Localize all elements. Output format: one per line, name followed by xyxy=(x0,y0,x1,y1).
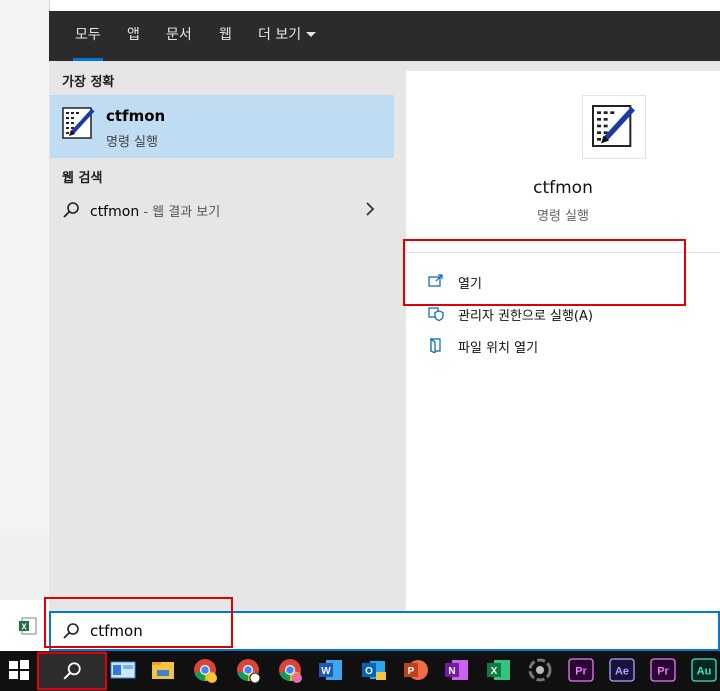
search-input[interactable] xyxy=(90,618,650,644)
taskbar-search-icon xyxy=(63,662,81,680)
svg-text:X: X xyxy=(21,623,27,632)
control-panel-icon[interactable] xyxy=(109,656,137,684)
onenote-icon[interactable]: N xyxy=(443,656,471,684)
audition-label: Au xyxy=(697,666,712,678)
best-match-item[interactable] xyxy=(50,95,394,158)
premiere-pro-icon[interactable]: Pr xyxy=(567,656,595,684)
word-icon[interactable]: W xyxy=(317,656,345,684)
web-search-label: ctfmon - 웹 결과 보기 xyxy=(90,201,220,220)
shield-icon xyxy=(428,307,444,321)
background-window-bottom xyxy=(0,535,49,600)
outlook-icon[interactable]: O xyxy=(360,656,388,684)
run-command-icon xyxy=(62,107,95,139)
detail-pane xyxy=(406,71,720,611)
run-command-icon-large xyxy=(592,105,635,147)
search-icon xyxy=(63,202,79,218)
premiere-pro-icon[interactable]: Pr xyxy=(649,656,677,684)
web-search-query: ctfmon xyxy=(90,204,140,220)
chevron-right-icon[interactable] xyxy=(364,201,376,217)
search-tab-bar: 모두 앱 문서 웹 더 보기 xyxy=(49,11,720,61)
tab-more[interactable]: 더 보기 xyxy=(258,11,317,61)
onenote-letter: N xyxy=(448,666,455,677)
excel-file-icon: X xyxy=(19,617,37,635)
chrome-icon[interactable] xyxy=(276,656,304,684)
powerpoint-letter: P xyxy=(408,666,415,677)
chrome-icon[interactable] xyxy=(191,656,219,684)
powerpoint-icon[interactable]: P xyxy=(402,656,430,684)
premiere-label: Pr xyxy=(657,666,669,678)
tab-apps[interactable]: 앱 xyxy=(127,11,140,61)
windows-start-icon[interactable] xyxy=(8,659,30,681)
audition-icon[interactable]: Au xyxy=(690,656,718,684)
excel-letter: X xyxy=(491,666,498,677)
best-match-subtitle: 명령 실행 xyxy=(106,135,158,150)
background-window-strip xyxy=(0,0,50,535)
davinci-resolve-icon[interactable] xyxy=(526,656,554,684)
open-icon xyxy=(428,274,443,287)
best-match-heading: 가장 정확 xyxy=(62,75,115,90)
open-file-location-label: 파일 위치 열기 xyxy=(458,341,539,356)
premiere-label: Pr xyxy=(575,666,587,678)
tab-more-label: 더 보기 xyxy=(258,27,302,43)
after-effects-icon[interactable]: Ae xyxy=(608,656,636,684)
best-match-title: ctfmon xyxy=(106,107,166,125)
after-effects-label: Ae xyxy=(615,666,629,678)
detail-subtitle: 명령 실행 xyxy=(537,209,589,224)
web-search-suffix: - 웹 결과 보기 xyxy=(139,205,221,220)
outlook-letter: O xyxy=(365,666,373,677)
chevron-down-icon xyxy=(306,32,317,37)
search-icon xyxy=(63,623,79,639)
detail-divider xyxy=(406,252,720,253)
chrome-icon[interactable] xyxy=(234,656,262,684)
open-label: 열기 xyxy=(458,277,482,292)
file-location-icon xyxy=(430,337,441,353)
tab-web[interactable]: 웹 xyxy=(219,11,232,61)
tab-documents[interactable]: 문서 xyxy=(166,11,192,61)
web-search-heading: 웹 검색 xyxy=(62,171,103,186)
file-explorer-icon[interactable] xyxy=(149,656,177,684)
excel-icon[interactable]: X xyxy=(485,656,513,684)
detail-title: ctfmon xyxy=(533,178,593,198)
word-letter: W xyxy=(321,666,331,677)
tab-all[interactable]: 모두 xyxy=(73,11,103,61)
run-as-admin-label: 관리자 권한으로 실행(A) xyxy=(458,309,593,324)
